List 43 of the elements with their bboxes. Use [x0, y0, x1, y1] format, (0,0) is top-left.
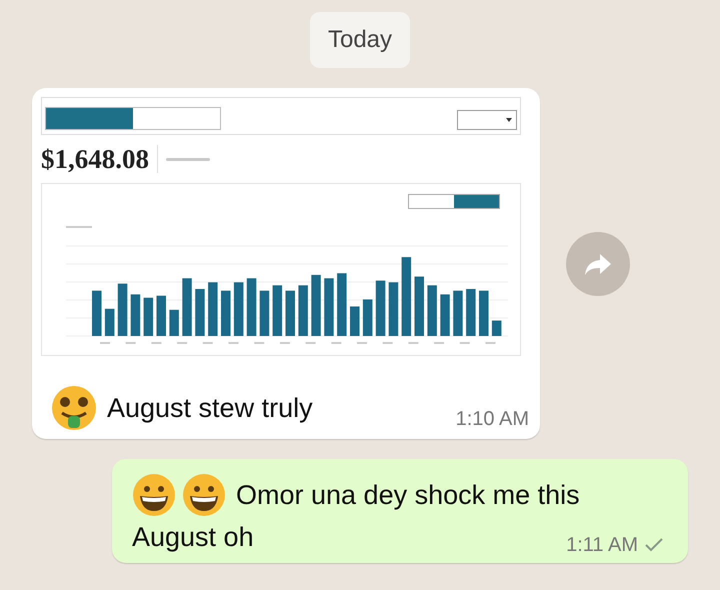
chart-bar — [92, 290, 102, 336]
chart-bar — [427, 285, 437, 336]
chart-bar — [376, 280, 386, 336]
chart-bar — [221, 290, 230, 336]
chart-bar — [156, 296, 166, 336]
chart-bar — [118, 284, 128, 336]
chart-bar — [272, 285, 282, 336]
chart-bar — [350, 306, 360, 336]
chart-bar — [388, 282, 398, 336]
chart-bar — [298, 285, 308, 336]
message-text: August stew truly — [107, 392, 313, 425]
currency-dropdown — [457, 110, 517, 130]
chart-bar — [130, 294, 140, 336]
chart-bar — [234, 282, 244, 336]
chart-bar — [492, 320, 502, 336]
chart-bar — [182, 278, 192, 336]
chart-bar — [362, 299, 372, 336]
grinning-emoji-icon — [182, 473, 226, 517]
total-amount: $1,648.08 — [41, 146, 149, 172]
money-mouth-emoji-icon — [51, 385, 97, 431]
chart-bar — [260, 290, 270, 336]
chart-bar — [246, 278, 256, 336]
message-text: August oh — [132, 521, 254, 554]
message-time: 1:10 AM — [456, 409, 529, 429]
chart-bar — [324, 278, 334, 336]
chart-bar — [195, 289, 205, 336]
grinning-emoji-icon — [132, 473, 176, 517]
chart-bar — [208, 282, 218, 336]
chart-bar — [466, 289, 476, 336]
forward-arrow-icon — [584, 252, 612, 276]
chart-bar — [286, 290, 295, 336]
chart-bar — [311, 274, 321, 336]
chart-bar — [169, 310, 179, 336]
message-text: Omor una dey shock me this — [236, 479, 580, 512]
chart-bar — [479, 290, 488, 336]
chart-bar — [337, 273, 347, 336]
chart-bar — [453, 290, 463, 336]
chart-bar — [414, 276, 424, 336]
chart-bar — [144, 298, 154, 336]
date-chip: Today — [310, 12, 410, 68]
chart-bar — [104, 308, 114, 336]
chart-bar — [440, 294, 450, 336]
message-time: 1:11 AM — [566, 535, 638, 555]
